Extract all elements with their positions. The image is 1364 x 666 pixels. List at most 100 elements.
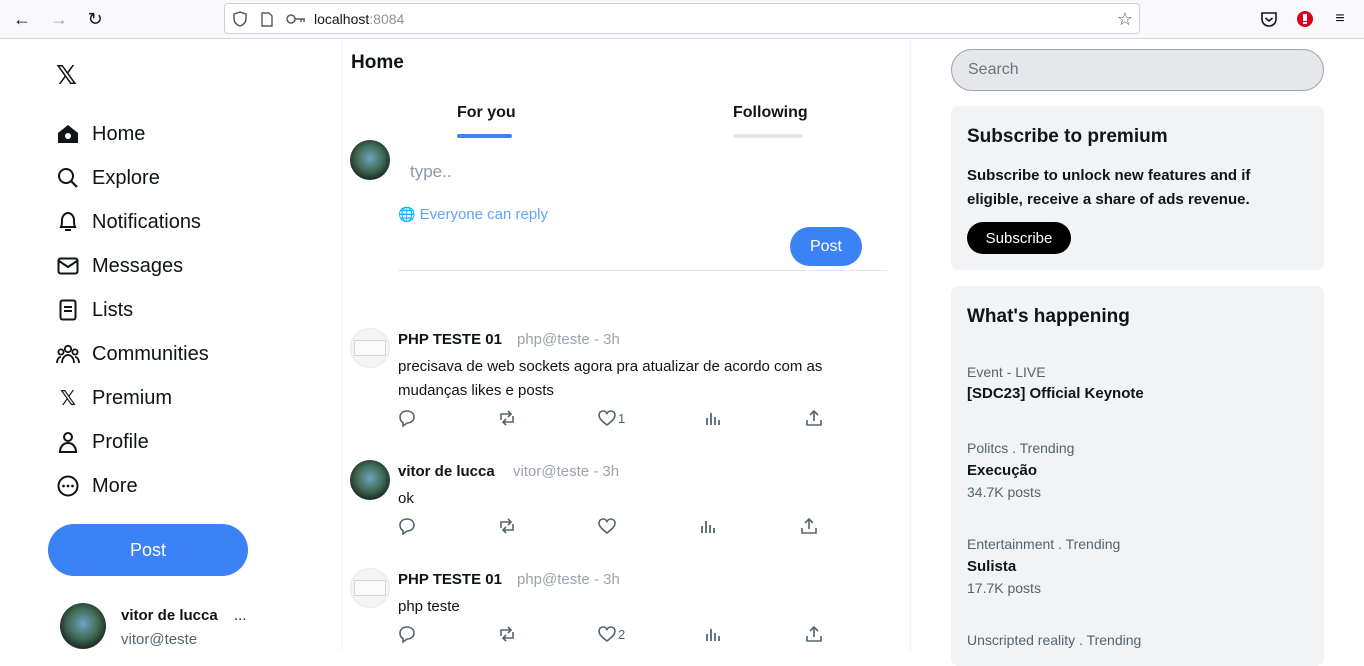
page-title: Home [351, 52, 404, 73]
home-icon [56, 122, 80, 146]
back-arrow-icon[interactable]: ← [10, 8, 34, 30]
views-icon[interactable] [699, 516, 717, 536]
tweet-actions: 2 [398, 624, 878, 644]
whats-happening-title: What's happening [967, 306, 1130, 327]
tweet-avatar[interactable] [350, 460, 390, 500]
compose-input[interactable]: type.. [410, 162, 452, 182]
retweet-icon[interactable] [498, 516, 516, 536]
left-sidebar: 𝕏 Home Explore Notifications Messages Li… [0, 40, 341, 651]
tab-for-you[interactable]: For you [457, 104, 516, 122]
subscribe-button[interactable]: Subscribe [967, 222, 1071, 254]
user-icon [56, 430, 80, 454]
tweet-avatar[interactable] [350, 328, 390, 368]
sidebar-item-notifications[interactable]: Notifications [56, 208, 201, 236]
extension-icon[interactable] [1294, 9, 1316, 29]
tweet-actions: 1 [398, 408, 878, 428]
trend-count: 34.7K posts [967, 484, 1041, 500]
reply-icon[interactable] [398, 624, 416, 644]
reply-icon[interactable] [398, 408, 416, 428]
shield-icon[interactable] [231, 10, 249, 28]
address-bar[interactable]: localhost:8084 ☆ [224, 3, 1140, 34]
trend-category: Politcs . Trending [967, 440, 1075, 456]
bookmark-star-icon[interactable]: ☆ [1117, 9, 1133, 30]
whats-happening-card: What's happening Event - LIVE [SDC23] Of… [951, 286, 1324, 666]
sidebar-item-lists[interactable]: Lists [56, 296, 133, 324]
sidebar-item-premium[interactable]: 𝕏 Premium [56, 384, 172, 412]
like-button[interactable] [598, 516, 618, 536]
tweet-handle: vitor@teste - 3h [513, 463, 620, 480]
more-icon[interactable]: ... [234, 607, 247, 624]
trend-title: Execução [967, 462, 1038, 479]
composer-avatar [350, 140, 390, 180]
sidebar-item-communities[interactable]: Communities [56, 340, 209, 368]
sidebar-item-label: Messages [92, 254, 184, 277]
url-text[interactable]: localhost:8084 [314, 11, 404, 27]
share-icon[interactable] [805, 408, 823, 428]
forward-arrow-icon[interactable]: → [47, 8, 71, 30]
views-icon[interactable] [704, 408, 722, 428]
tweet[interactable]: vitor de lucca vitor@teste - 3h ok [342, 460, 912, 550]
globe-icon: 🌐 [398, 206, 416, 222]
trend-category: Entertainment . Trending [967, 536, 1121, 552]
right-sidebar: Search Subscribe to premium Subscribe to… [911, 40, 1364, 666]
bell-icon [56, 210, 80, 234]
tweet[interactable]: PHP TESTE 01 php@teste - 3h php teste 2 [342, 568, 912, 651]
reload-icon[interactable]: ↻ [83, 8, 107, 30]
heart-icon [598, 626, 616, 643]
like-button[interactable]: 1 [598, 408, 625, 428]
like-count: 1 [618, 410, 626, 426]
compose-post-button[interactable]: Post [790, 227, 862, 266]
sidebar-item-label: Explore [92, 166, 160, 189]
sidebar-item-label: Profile [92, 430, 149, 453]
like-button[interactable]: 2 [598, 624, 625, 644]
tweet-text: ok [398, 490, 414, 507]
sidebar-item-label: Premium [92, 386, 173, 409]
sidebar-item-messages[interactable]: Messages [56, 252, 183, 280]
sidebar-item-label: Home [92, 122, 146, 145]
search-icon [56, 166, 80, 190]
reply-scope-button[interactable]: 🌐 Everyone can reply [398, 206, 548, 223]
x-icon: 𝕏 [59, 387, 77, 410]
search-input[interactable]: Search [951, 49, 1324, 91]
trend-item[interactable]: Event - LIVE [SDC23] Official Keynote [967, 364, 1144, 402]
trend-category: Event - LIVE [967, 364, 1046, 380]
tweet-handle: php@teste - 3h [517, 331, 620, 348]
sidebar-item-more[interactable]: More [56, 472, 138, 500]
trend-category: Unscripted reality . Trending [967, 632, 1142, 648]
trend-count: 17.7K posts [967, 580, 1041, 596]
sidebar-item-home[interactable]: Home [56, 120, 145, 148]
retweet-icon[interactable] [498, 624, 516, 644]
compose-divider [398, 270, 887, 271]
sidebar-item-label: More [92, 474, 138, 497]
trend-item[interactable]: Politcs . Trending Execução 34.7K posts [967, 440, 1074, 500]
sidebar-item-label: Notifications [92, 210, 201, 233]
share-icon[interactable] [800, 516, 818, 536]
views-icon[interactable] [704, 624, 722, 644]
tweet-avatar[interactable] [350, 568, 390, 608]
browser-toolbar: ← → ↻ localhost:8084 ☆ ≡ [0, 0, 1364, 39]
tweet[interactable]: PHP TESTE 01 php@teste - 3h precisava de… [342, 328, 912, 438]
account-name: vitor de lucca [121, 607, 218, 624]
retweet-icon[interactable] [498, 408, 516, 428]
reply-icon[interactable] [398, 516, 416, 536]
hamburger-menu-icon[interactable]: ≡ [1329, 9, 1351, 29]
sidebar-item-profile[interactable]: Profile [56, 428, 149, 456]
sidebar-item-label: Lists [92, 298, 134, 321]
tab-active-indicator [457, 134, 512, 138]
key-icon[interactable] [285, 10, 307, 28]
trend-item[interactable]: Unscripted reality . Trending [967, 632, 1141, 648]
tab-following[interactable]: Following [733, 104, 808, 122]
x-logo-icon[interactable]: 𝕏 [56, 60, 77, 91]
sidebar-item-explore[interactable]: Explore [56, 164, 160, 192]
pocket-icon[interactable] [1258, 9, 1280, 29]
share-icon[interactable] [805, 624, 823, 644]
tweet-author-name[interactable]: vitor de lucca [398, 463, 495, 480]
more-circle-icon [56, 474, 80, 498]
page-icon [258, 10, 276, 28]
account-handle: vitor@teste [121, 631, 198, 648]
sidebar-item-label: Communities [92, 342, 209, 365]
tweet-author-name[interactable]: PHP TESTE 01 [398, 331, 502, 348]
tweet-author-name[interactable]: PHP TESTE 01 [398, 571, 502, 588]
sidebar-post-button[interactable]: Post [48, 524, 248, 576]
trend-item[interactable]: Entertainment . Trending Sulista 17.7K p… [967, 536, 1120, 596]
